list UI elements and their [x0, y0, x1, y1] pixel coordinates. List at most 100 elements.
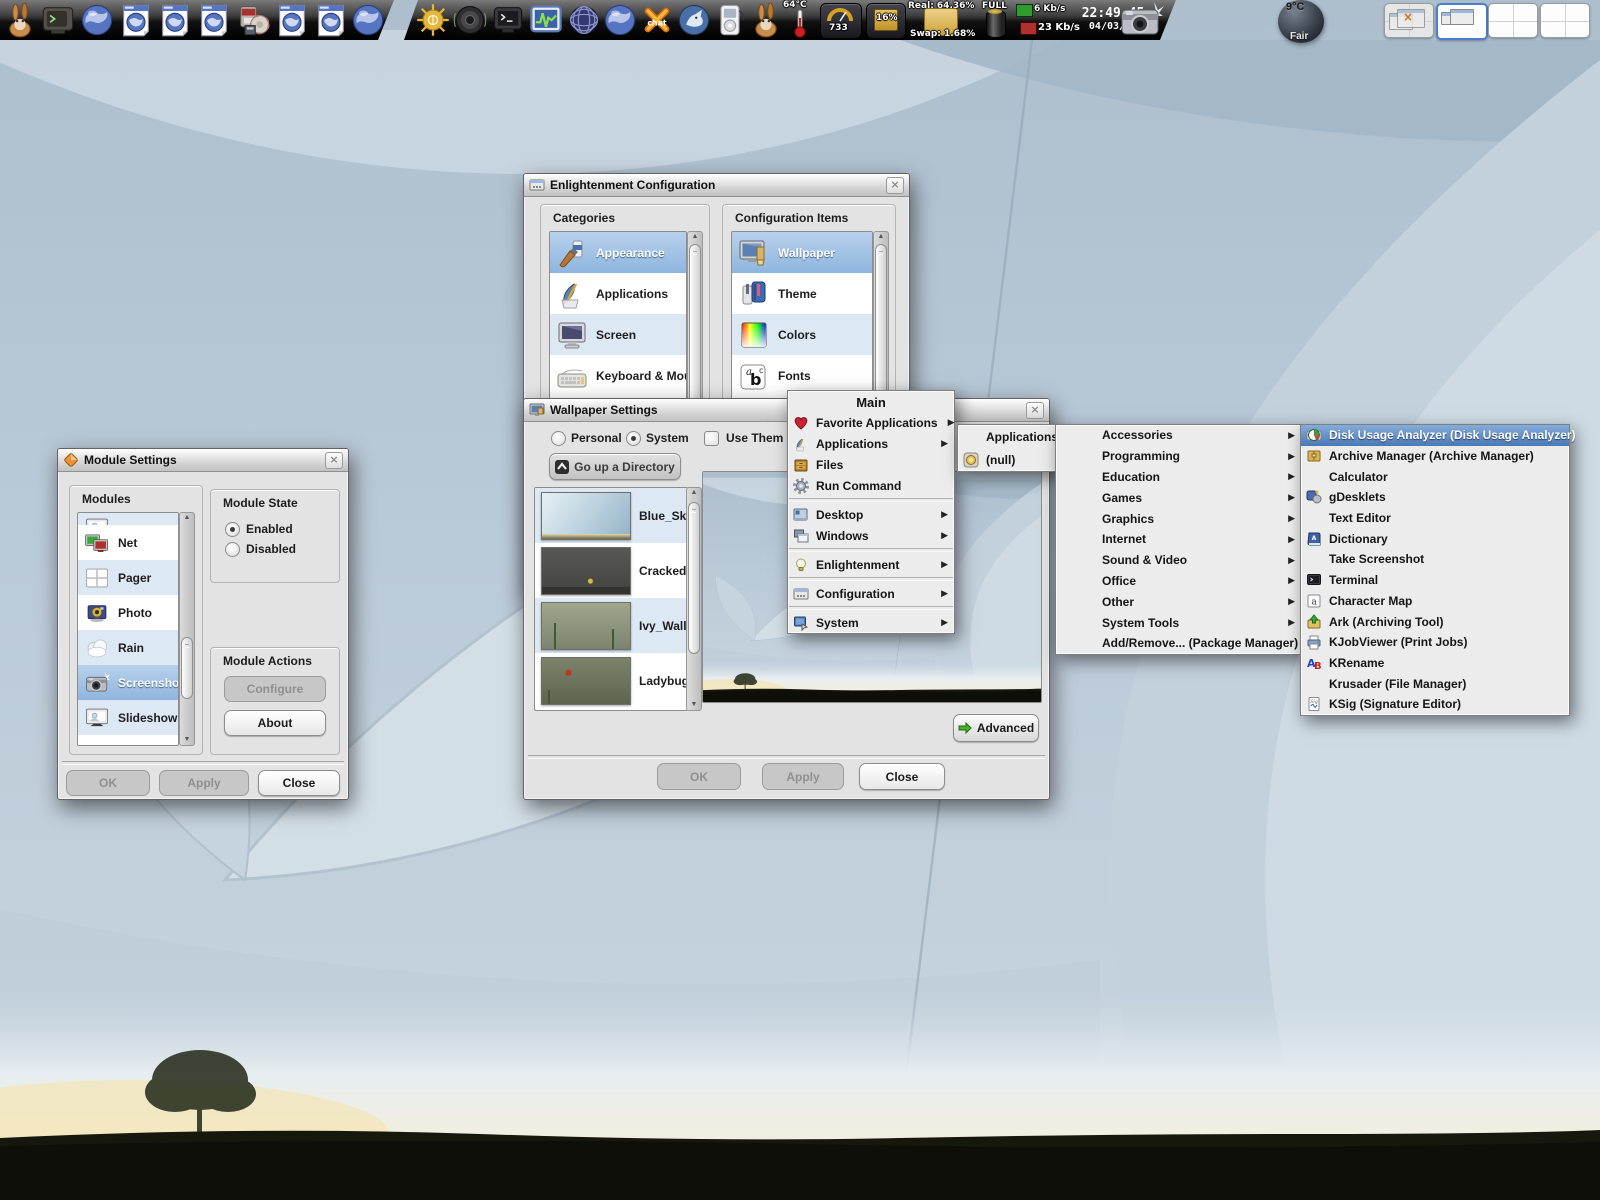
terminal-icon[interactable] — [490, 2, 526, 38]
list-item[interactable]: Applications — [550, 273, 686, 314]
menu-item[interactable]: Programming▶ — [1056, 446, 1301, 467]
menu-item[interactable]: gDesklets — [1301, 487, 1569, 508]
menu-item[interactable]: (null) — [958, 448, 1058, 471]
menu-item[interactable]: Calculator — [1301, 466, 1569, 487]
menu-item[interactable]: Archive Manager (Archive Manager) — [1301, 446, 1569, 467]
list-item[interactable]: Net — [78, 525, 178, 560]
web-document-icon[interactable] — [313, 2, 349, 38]
list-item[interactable]: Screenshot — [78, 665, 178, 700]
web-document-icon[interactable] — [118, 2, 154, 38]
close-icon[interactable]: × — [886, 177, 904, 194]
advanced-button[interactable]: Advanced — [953, 714, 1039, 742]
list-item[interactable]: Ladybug — [535, 653, 687, 708]
list-item[interactable]: Photo — [78, 595, 178, 630]
titlebar[interactable]: Module Settings × — [58, 449, 348, 472]
titlebar[interactable]: Enlightenment Configuration × — [524, 174, 909, 197]
menu-item[interactable]: Files — [788, 454, 954, 475]
pager-desktop-2[interactable] — [1436, 3, 1488, 40]
menu-item[interactable]: ABKRename — [1301, 653, 1569, 674]
weather-gadget[interactable]: 9°C Fair — [1278, 0, 1324, 43]
scroll-up-icon[interactable]: ▲ — [180, 513, 194, 523]
network-gadget[interactable]: 6 Kb/s 23 Kb/s — [1016, 0, 1072, 40]
wire-sphere-icon[interactable] — [566, 2, 602, 38]
music-player-icon[interactable] — [712, 2, 748, 38]
menu-item[interactable]: Desktop▶ — [788, 504, 954, 525]
globe-icon[interactable] — [79, 2, 115, 38]
list-item[interactable]: Theme — [732, 273, 872, 314]
list-item[interactable]: Screen — [550, 314, 686, 355]
menu-item[interactable]: aCharacter Map — [1301, 591, 1569, 612]
globe-icon[interactable] — [350, 2, 386, 38]
list-item[interactable]: Wallpaper — [732, 232, 872, 273]
list-item[interactable] — [78, 513, 178, 525]
menu-item[interactable]: System▶ — [788, 612, 954, 633]
list-item[interactable]: Blue_Sky_Tree — [535, 488, 687, 543]
rabbit-mascot-icon[interactable] — [2, 2, 38, 38]
web-document-icon[interactable] — [274, 2, 310, 38]
menu-item[interactable]: Configuration▶ — [788, 583, 954, 604]
list-item[interactable]: Colors — [732, 314, 872, 355]
menu-item[interactable]: Windows▶ — [788, 525, 954, 546]
menu-item[interactable]: Applications▶ — [958, 425, 1058, 448]
scroll-up-icon[interactable]: ▲ — [687, 488, 701, 498]
menu-item[interactable]: ADictionary — [1301, 528, 1569, 549]
menu-item[interactable]: Accessories▶ — [1056, 425, 1301, 446]
menu-item[interactable]: Text Editor — [1301, 508, 1569, 529]
menu-item[interactable]: Other▶ — [1056, 591, 1301, 612]
temperature-gadget[interactable]: 64°C — [783, 0, 815, 40]
menu-item[interactable]: System Tools▶ — [1056, 612, 1301, 633]
enabled-radio[interactable] — [225, 522, 240, 537]
wallpaper-scrollbar[interactable]: ▲ ▼ — [686, 487, 702, 711]
scroll-down-icon[interactable]: ▼ — [687, 700, 701, 710]
apply-button[interactable]: Apply — [762, 763, 844, 790]
menu-item[interactable]: Office▶ — [1056, 571, 1301, 592]
menu-item[interactable]: Run Command — [788, 475, 954, 496]
system-monitor-icon[interactable] — [528, 2, 564, 38]
menu-item[interactable]: KJobViewer (Print Jobs) — [1301, 632, 1569, 653]
list-item[interactable]: Pager — [78, 560, 178, 595]
scroll-down-icon[interactable]: ▼ — [180, 735, 194, 745]
menu-item[interactable]: Games▶ — [1056, 487, 1301, 508]
menu-item[interactable]: Krusader (File Manager) — [1301, 673, 1569, 694]
configure-button[interactable]: Configure — [224, 676, 326, 702]
go-up-directory-button[interactable]: Go up a Directory — [549, 453, 681, 480]
memory-gadget[interactable]: Real: 64.36% Swap: 1.68% — [908, 0, 974, 40]
list-item[interactable]: Cracked_Earth — [535, 543, 687, 598]
xchat-icon[interactable]: chat — [639, 2, 675, 38]
about-button[interactable]: About — [224, 710, 326, 736]
disabled-radio[interactable] — [225, 542, 240, 557]
menu-item[interactable]: Terminal — [1301, 570, 1569, 591]
menu-item[interactable]: Sound & Video▶ — [1056, 550, 1301, 571]
personal-radio[interactable] — [551, 431, 566, 446]
ok-button[interactable]: OK — [66, 770, 150, 796]
modules-scrollbar[interactable]: ▲ ▼ — [179, 512, 195, 746]
menu-item[interactable]: Education▶ — [1056, 467, 1301, 488]
ok-button[interactable]: OK — [657, 763, 741, 790]
use-theme-checkbox[interactable] — [704, 431, 719, 446]
scroll-up-icon[interactable]: ▲ — [874, 232, 888, 242]
menu-item[interactable]: Add/Remove... (Package Manager) — [1056, 633, 1301, 654]
apply-button[interactable]: Apply — [159, 770, 249, 796]
menu-item[interactable]: SigKSig (Signature Editor) — [1301, 694, 1569, 715]
web-document-icon[interactable] — [196, 2, 232, 38]
menu-item[interactable]: Graphics▶ — [1056, 508, 1301, 529]
close-icon[interactable]: × — [1026, 402, 1044, 419]
list-item[interactable]: Appearance — [550, 232, 686, 273]
gold-sun-icon[interactable] — [415, 2, 451, 38]
menu-item[interactable]: Internet▶ — [1056, 529, 1301, 550]
list-item[interactable]: Keyboard & Mouse — [550, 355, 686, 396]
pager-desktop-4[interactable] — [1540, 3, 1590, 38]
menu-item[interactable]: Favorite Applications▶ — [788, 412, 954, 433]
menu-item[interactable]: Take Screenshot — [1301, 549, 1569, 570]
pager-desktop-1[interactable]: × — [1384, 3, 1434, 38]
web-document-icon[interactable] — [157, 2, 193, 38]
scroll-up-icon[interactable]: ▲ — [688, 232, 702, 242]
globe-icon[interactable] — [602, 2, 638, 38]
pager-desktop-3[interactable] — [1488, 3, 1538, 38]
menu-item[interactable]: Applications▶ — [788, 433, 954, 454]
speaker-icon[interactable] — [452, 2, 488, 38]
list-item[interactable]: Slideshow — [78, 700, 178, 735]
list-item[interactable]: Ivy_Wall — [535, 598, 687, 653]
menu-item[interactable]: Ark (Archiving Tool) — [1301, 611, 1569, 632]
package-installer-icon[interactable] — [235, 2, 271, 38]
